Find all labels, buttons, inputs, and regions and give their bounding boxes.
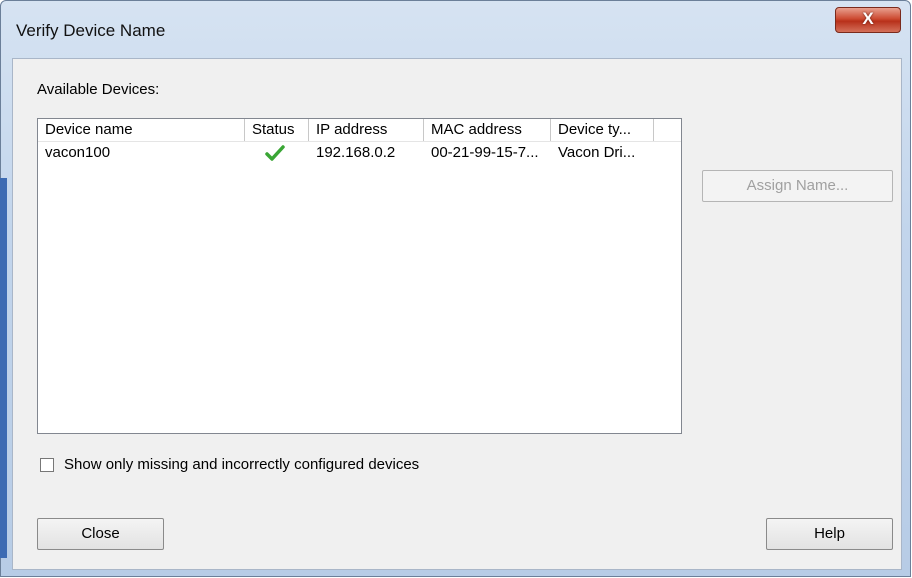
- list-header: Device name Status IP address MAC addres…: [38, 119, 681, 142]
- filter-checkbox[interactable]: [40, 458, 54, 472]
- table-row[interactable]: vacon100 192.168.0.2 00-21-99-15-7... Va…: [38, 143, 681, 163]
- column-header-device-type[interactable]: Device ty...: [551, 119, 654, 141]
- help-button[interactable]: Help: [766, 518, 893, 550]
- filter-checkbox-label[interactable]: Show only missing and incorrectly config…: [64, 456, 419, 473]
- column-header-mac-address[interactable]: MAC address: [424, 119, 551, 141]
- cell-device-type: Vacon Dri...: [558, 144, 636, 161]
- cell-ip-address: 192.168.0.2: [316, 144, 396, 161]
- close-icon: X: [862, 9, 874, 28]
- assign-name-button[interactable]: Assign Name...: [702, 170, 893, 202]
- title-bar[interactable]: Verify Device Name X: [1, 1, 910, 59]
- window-close-button[interactable]: X: [835, 7, 901, 33]
- column-header-filler: [654, 119, 681, 141]
- devices-list[interactable]: Device name Status IP address MAC addres…: [37, 118, 682, 434]
- green-check-icon: [265, 145, 285, 161]
- column-header-device-name[interactable]: Device name: [38, 119, 245, 141]
- cell-mac-address: 00-21-99-15-7...: [431, 144, 539, 161]
- cell-status: [245, 143, 309, 163]
- close-button[interactable]: Close: [37, 518, 164, 550]
- background-window-edge: [0, 178, 7, 558]
- available-devices-label: Available Devices:: [37, 81, 160, 98]
- cell-device-name: vacon100: [45, 144, 111, 161]
- column-header-ip-address[interactable]: IP address: [309, 119, 424, 141]
- column-header-status[interactable]: Status: [245, 119, 309, 141]
- window-title: Verify Device Name: [16, 21, 166, 40]
